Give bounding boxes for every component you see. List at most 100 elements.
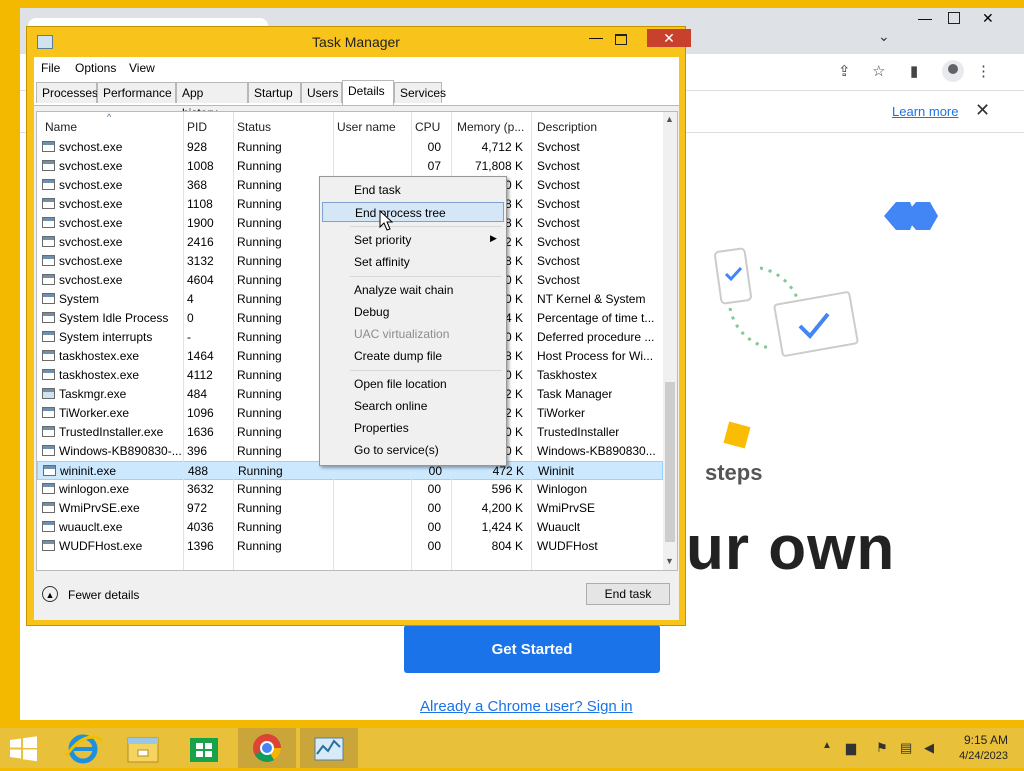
col-pid-header[interactable]: PID [187,120,207,134]
cell-desc: NT Kernel & System [537,292,646,306]
cell-status: Running [237,254,282,268]
col-name-header[interactable]: Name [45,120,77,134]
menu-separator [350,370,502,371]
signin-link[interactable]: Already a Chrome user? Sign in [420,698,633,715]
taskbar-internet-explorer[interactable] [54,728,112,768]
process-icon [42,502,55,513]
menu-item-properties[interactable]: Properties [322,418,504,438]
table-row[interactable]: svchost.exe 1008 Running 07 71,808 K Svchost [37,157,663,176]
end-task-button[interactable]: End task [586,583,670,605]
menu-item-analyze-wait-chain[interactable]: Analyze wait chain [322,280,504,300]
menu-item-set-affinity[interactable]: Set affinity [322,252,504,272]
col-user-name-header[interactable]: User name [337,120,396,134]
menu-item-debug[interactable]: Debug [322,302,504,322]
start-button[interactable] [0,728,48,768]
network-icon[interactable]: ▤ [900,740,912,756]
minimize-button[interactable]: — [589,29,603,45]
menu-item-end-process-tree[interactable]: End process tree [322,202,504,222]
learn-more-link[interactable]: Learn more [892,104,958,119]
table-row[interactable]: WUDFHost.exe 1396 Running 00 804 K WUDFHost [37,537,663,556]
chrome-close-button[interactable]: ✕ [982,10,994,27]
scroll-down-arrow-icon[interactable]: ▼ [665,556,674,566]
taskbar-chrome[interactable] [238,728,296,768]
tab-details[interactable]: Details [342,80,394,105]
scrollbar-thumb[interactable] [665,382,675,542]
cell-cpu: 00 [427,140,441,154]
cell-status: Running [237,387,282,401]
profile-avatar[interactable] [942,60,964,82]
volume-muted-icon[interactable]: ◀ [924,740,934,756]
table-row[interactable]: winlogon.exe 3632 Running 00 596 K Winlogon [37,480,663,499]
process-icon [42,293,55,304]
tab-services[interactable]: Services [394,82,446,103]
cell-status: Running [237,311,282,325]
get-started-button[interactable]: Get Started [404,625,660,673]
cell-pid: 3132 [187,254,214,268]
tab-users[interactable]: Users [301,82,342,103]
process-icon [43,465,56,476]
table-row[interactable]: WmiPrvSE.exe 972 Running 00 4,200 K WmiPrvSE [37,499,663,518]
menu-item-search-online[interactable]: Search online [322,396,504,416]
clock-date[interactable]: 4/24/2023 [948,750,1008,762]
menu-view[interactable]: View [129,61,155,75]
table-row[interactable]: svchost.exe 928 Running 00 4,712 K Svchost [37,138,663,157]
window-title: Task Manager [312,34,400,50]
table-header: Name PID Status User name CPU Memory (p... Des… [37,112,663,138]
cell-mem: 804 K [491,539,523,553]
share-icon[interactable]: ⇪ [838,62,851,80]
show-hidden-icons-icon[interactable]: ▲ [822,740,832,751]
menu-item-set-priority[interactable]: Set priority ▶ [322,230,504,250]
cell-status: Running [237,406,282,420]
menu-item-uac-virtualization: UAC virtualization [322,324,504,344]
menu-file[interactable]: File [41,61,60,75]
col-cpu-header[interactable]: CPU [415,120,440,134]
process-icon [42,274,55,285]
cell-cpu: 00 [427,482,441,496]
tab-startup[interactable]: Startup [248,82,301,103]
table-row[interactable]: wuauclt.exe 4036 Running 00 1,424 K Wuauclt [37,518,663,537]
column-divider[interactable] [233,112,234,570]
clock-time[interactable]: 9:15 AM [948,733,1008,747]
cell-name: TrustedInstaller.exe [59,425,164,439]
tab-app-history[interactable]: App history [176,82,248,120]
maximize-button[interactable] [615,34,627,45]
column-divider[interactable] [531,112,532,570]
cell-cpu: 00 [427,501,441,515]
cell-status: Running [237,292,282,306]
action-center-flag-icon[interactable]: ⚑ [876,740,888,756]
cell-desc: Svchost [537,254,580,268]
display-icon[interactable]: ▆ [846,740,856,756]
hero-subtext: steps [705,460,763,485]
close-button[interactable]: ✕ [647,29,691,47]
menu-options[interactable]: Options [75,61,116,75]
cell-name: WUDFHost.exe [59,539,143,553]
taskbar-file-explorer[interactable] [114,728,172,768]
col-memory-header[interactable]: Memory (p... [457,120,524,134]
chrome-minimize-button[interactable]: — [918,10,932,26]
col-status-header[interactable]: Status [237,120,271,134]
title-bar[interactable]: Task Manager — ✕ [27,27,691,57]
scroll-up-arrow-icon[interactable]: ▲ [665,114,674,124]
vertical-scrollbar[interactable]: ▲ ▼ [663,112,677,570]
chrome-maximize-button[interactable] [948,12,960,24]
info-bar-close-icon[interactable]: ✕ [975,100,990,121]
menu-item-create-dump-file[interactable]: Create dump file [322,346,504,366]
cell-name: svchost.exe [59,178,123,192]
menu-item-end-task[interactable]: End task [322,180,504,200]
menu-item-open-file-location[interactable]: Open file location [322,374,504,394]
more-menu-icon[interactable]: ⋮ [976,62,991,80]
cell-status: Running [237,539,282,553]
tab-search-chevron-icon[interactable]: ⌄ [878,28,890,45]
side-panel-icon[interactable]: ▮ [910,62,918,80]
tab-performance[interactable]: Performance [97,82,176,103]
taskbar-task-manager[interactable] [300,728,358,768]
cell-pid: 2416 [187,235,214,249]
col-description-header[interactable]: Description [537,120,597,134]
column-divider[interactable] [183,112,184,570]
fewer-details-toggle[interactable]: ▲ Fewer details [42,585,162,607]
bookmark-star-icon[interactable]: ☆ [872,62,885,80]
tab-processes[interactable]: Processes [36,82,98,103]
menu-item-label: Open file location [354,377,447,391]
taskbar-store[interactable] [174,728,232,768]
menu-item-go-to-service-s[interactable]: Go to service(s) [322,440,504,460]
